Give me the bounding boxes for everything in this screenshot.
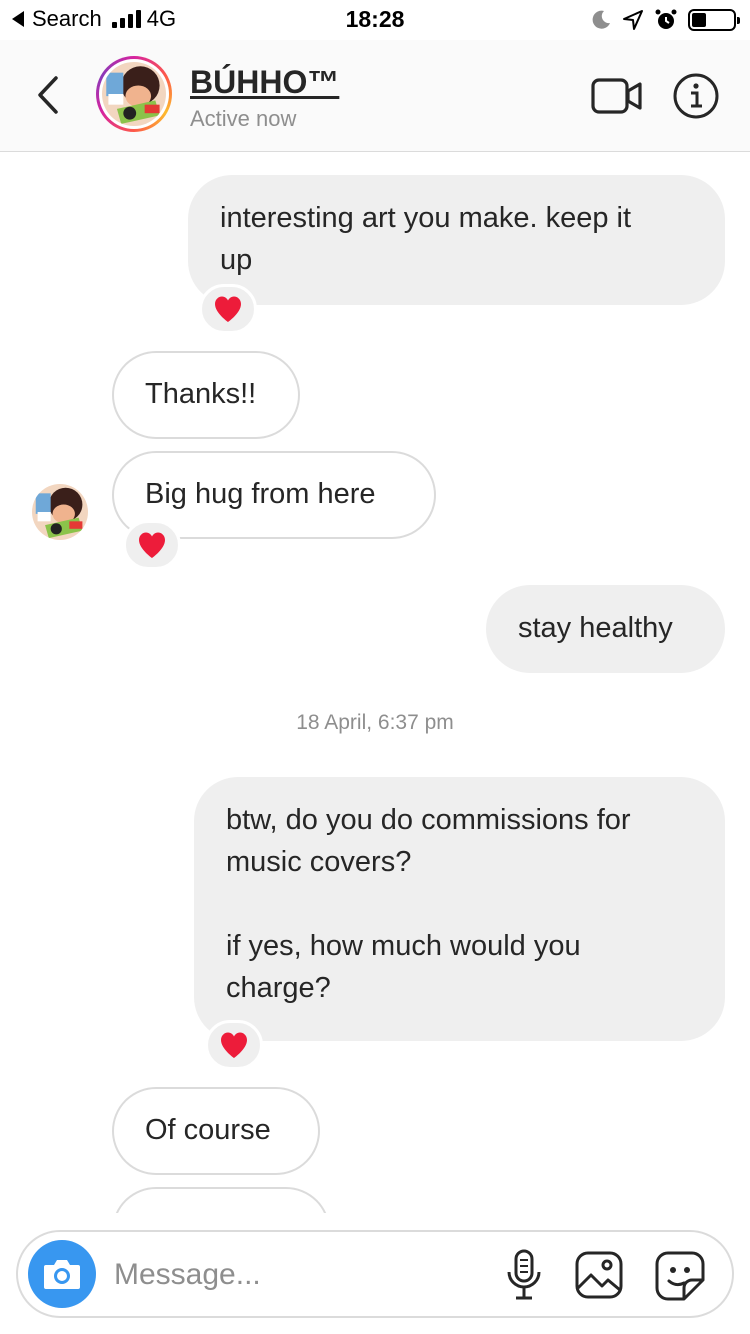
contact-status: Active now	[190, 106, 297, 131]
message-bubble-outgoing[interactable]: interesting art you make. keep it up	[188, 175, 725, 305]
message-text: btw, do you do commissions for music cov…	[226, 804, 631, 1004]
message-bubble-outgoing[interactable]: btw, do you do commissions for music cov…	[194, 777, 725, 1041]
image-icon[interactable]	[574, 1250, 624, 1300]
message-bubble-outgoing[interactable]: stay healthy	[486, 585, 725, 673]
alarm-icon	[655, 9, 677, 29]
contact-name[interactable]: BÚHHO™	[190, 64, 339, 101]
contact-avatar[interactable]	[96, 56, 172, 132]
avatar-illustration-icon	[102, 62, 166, 126]
sticker-icon[interactable]	[654, 1250, 706, 1302]
reaction-badge[interactable]	[199, 284, 257, 334]
message-bubble-incoming[interactable]	[112, 1187, 330, 1213]
chevron-left-icon[interactable]	[26, 70, 70, 120]
message-bubble-incoming[interactable]: Of course	[112, 1087, 320, 1175]
status-right	[590, 8, 740, 32]
heart-icon	[221, 1032, 247, 1058]
message-text: interesting art you make. keep it up	[220, 202, 632, 276]
message-text: stay healthy	[518, 612, 673, 644]
chat-header: BÚHHO™ Active now	[0, 40, 750, 152]
battery-level	[692, 13, 706, 27]
microphone-icon[interactable]	[504, 1248, 544, 1302]
heart-icon	[215, 296, 241, 322]
message-text: Thanks!!	[145, 378, 257, 410]
status-bar: Search 4G 18:28	[0, 0, 750, 40]
message-input[interactable]	[114, 1252, 494, 1298]
sender-avatar[interactable]	[32, 484, 88, 540]
location-icon	[623, 10, 643, 30]
reaction-badge[interactable]	[205, 1020, 263, 1070]
info-icon[interactable]	[672, 72, 720, 120]
video-camera-icon[interactable]	[590, 74, 644, 118]
message-composer	[16, 1230, 734, 1318]
heart-icon	[139, 532, 165, 558]
camera-icon	[44, 1260, 80, 1289]
battery-icon	[688, 9, 740, 31]
message-timestamp: 18 April, 6:37 pm	[296, 711, 454, 734]
message-thread[interactable]: interesting art you make. keep it up ❤️ …	[0, 153, 750, 1213]
reaction-badge[interactable]	[123, 520, 181, 570]
message-bubble-incoming[interactable]: Thanks!!	[112, 351, 300, 439]
camera-button[interactable]	[28, 1240, 96, 1308]
message-text: Of course	[145, 1114, 271, 1146]
message-text: Big hug from here	[145, 478, 376, 510]
do-not-disturb-icon	[592, 10, 610, 29]
